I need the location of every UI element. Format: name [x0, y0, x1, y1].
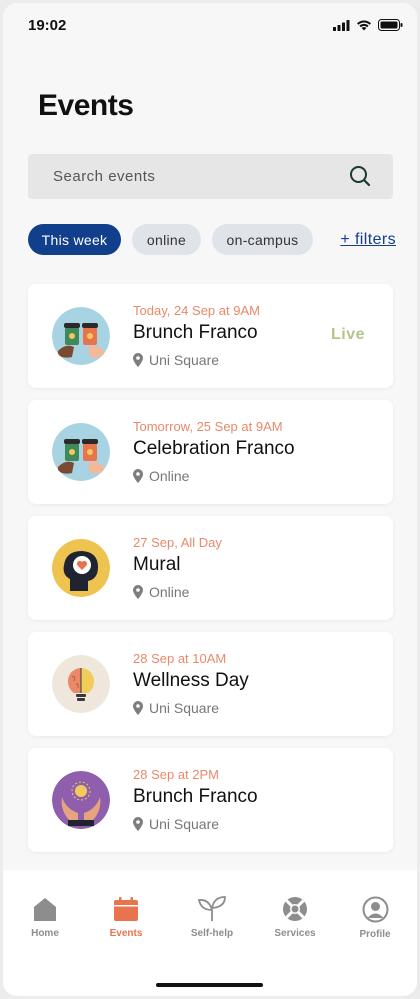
brain-bulb-icon	[52, 655, 110, 713]
event-name: Mural	[133, 554, 181, 575]
event-card[interactable]: 28 Sep at 10AM Wellness Day Uni Square	[28, 632, 393, 736]
event-date: Today, 24 Sep at 9AM	[133, 303, 260, 318]
event-date: 27 Sep, All Day	[133, 535, 222, 550]
events-screen: 19:02 Events Search events This week onl…	[3, 3, 417, 996]
coffee-cups-icon	[52, 307, 110, 365]
page-title: Events	[38, 89, 134, 122]
tab-home[interactable]: Home	[10, 896, 80, 939]
search-input[interactable]	[53, 168, 333, 185]
head-heart-icon	[52, 539, 110, 597]
event-location: Uni Square	[133, 816, 219, 832]
tab-label: Self-help	[190, 928, 234, 939]
tab-services[interactable]: Services	[260, 896, 330, 939]
wifi-icon	[357, 20, 371, 31]
tab-label: Profile	[359, 929, 391, 940]
event-name: Celebration Franco	[133, 438, 295, 459]
event-location-label: Online	[149, 584, 190, 600]
event-location-label: Uni Square	[149, 700, 220, 716]
hands-sun-icon	[52, 771, 110, 829]
event-location: Uni Square	[133, 700, 219, 716]
status-time: 19:02	[28, 17, 67, 34]
tab-profile[interactable]: Profile	[340, 896, 410, 940]
event-location-label: Uni Square	[149, 352, 220, 368]
event-card[interactable]: Tomorrow, 25 Sep at 9AM Celebration Fran…	[28, 400, 393, 504]
event-date: 28 Sep at 10AM	[133, 651, 227, 666]
event-card[interactable]: 28 Sep at 2PM Brunch Franco Uni Square	[28, 748, 393, 852]
tab-label: Home	[31, 928, 59, 939]
search-icon[interactable]	[349, 165, 371, 187]
profile-icon	[362, 896, 388, 923]
event-name: Brunch Franco	[133, 322, 258, 343]
status-bar: 19:02	[3, 3, 417, 51]
search-box[interactable]	[28, 154, 393, 199]
tab-label: Services	[274, 928, 316, 939]
event-date: Tomorrow, 25 Sep at 9AM	[133, 419, 283, 434]
filter-chips: This week online on-campus + filters	[28, 224, 398, 256]
battery-icon	[378, 19, 403, 31]
home-indicator	[156, 983, 263, 987]
leaf-icon	[197, 896, 226, 921]
calendar-icon	[114, 897, 138, 921]
event-location: Online	[133, 468, 189, 484]
event-card[interactable]: 27 Sep, All Day Mural Online	[28, 516, 393, 620]
event-location-label: Online	[149, 468, 190, 484]
event-date: 28 Sep at 2PM	[133, 767, 219, 782]
coffee-cups-icon	[52, 423, 110, 481]
tab-bar: Home Events Self-help Services Profile	[3, 870, 417, 996]
location-pin-icon	[133, 353, 143, 367]
location-pin-icon	[133, 701, 143, 715]
location-pin-icon	[133, 585, 143, 599]
event-location: Uni Square	[133, 352, 219, 368]
tab-events[interactable]: Events	[91, 896, 161, 939]
location-pin-icon	[133, 817, 143, 831]
event-location-label: Uni Square	[149, 816, 220, 832]
home-icon	[34, 898, 56, 921]
event-name: Wellness Day	[133, 670, 249, 691]
chip-online[interactable]: online	[132, 224, 201, 255]
event-card[interactable]: Today, 24 Sep at 9AM Brunch Franco Uni S…	[28, 284, 393, 388]
lifebuoy-icon	[283, 897, 307, 921]
tab-label: Events	[109, 928, 143, 939]
event-name: Brunch Franco	[133, 786, 258, 807]
signal-icon	[333, 19, 350, 31]
tab-self-help[interactable]: Self-help	[177, 896, 247, 939]
more-filters-link[interactable]: + filters	[340, 231, 396, 249]
event-location: Online	[133, 584, 189, 600]
chip-on-campus[interactable]: on-campus	[212, 224, 313, 255]
chip-this-week[interactable]: This week	[28, 224, 121, 255]
live-badge: Live	[330, 326, 365, 343]
location-pin-icon	[133, 469, 143, 483]
status-icons	[333, 19, 403, 31]
